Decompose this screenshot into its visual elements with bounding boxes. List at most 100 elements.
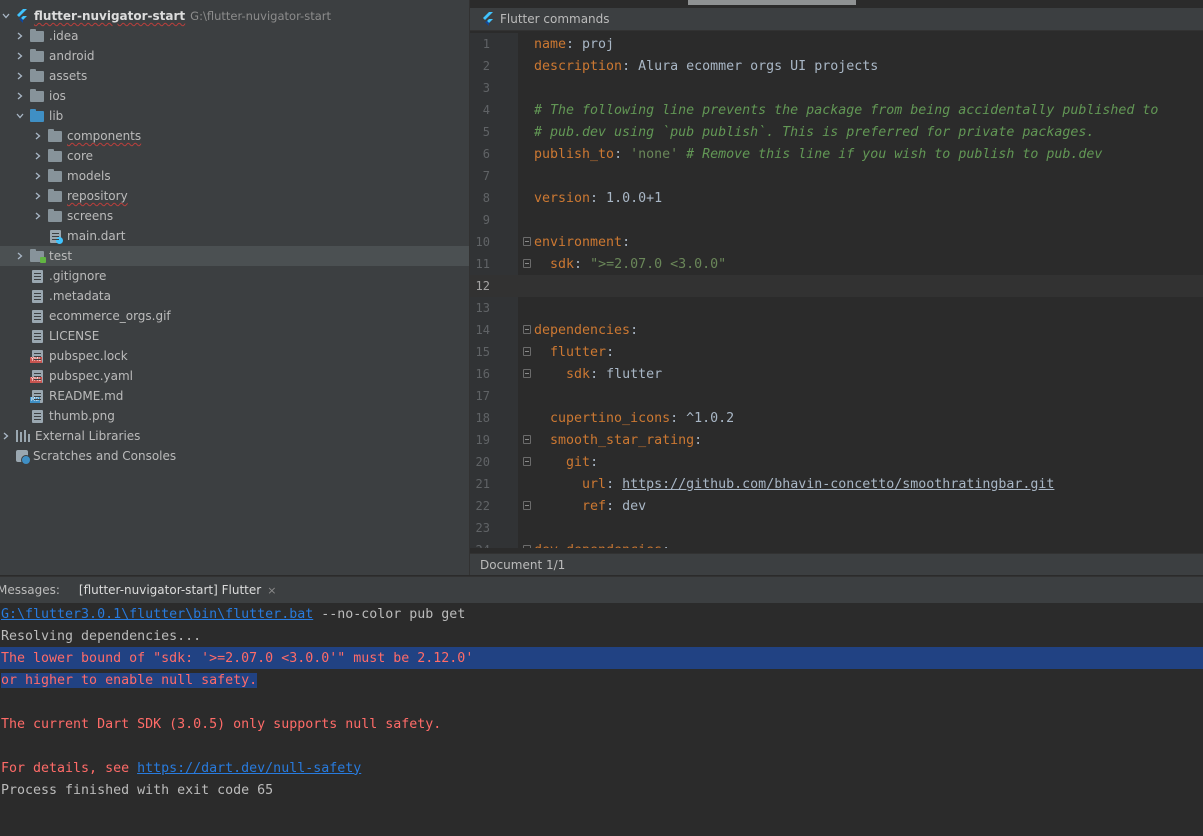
tree-item-gitignore[interactable]: .gitignore [0, 266, 469, 286]
fold-icon[interactable] [523, 325, 531, 334]
code-line[interactable]: 3 [470, 77, 1203, 99]
code-line[interactable]: 8 version: 1.0.0+1 [470, 187, 1203, 209]
code-line[interactable]: 2 description: Alura ecommer orgs UI proj… [470, 55, 1203, 77]
fold-icon[interactable] [523, 369, 531, 378]
chevron-right-icon[interactable] [32, 186, 44, 206]
tree-item-label: ecommerce_orgs.gif [49, 309, 171, 323]
tab-scroll-indicator[interactable] [688, 0, 856, 5]
code-line[interactable]: 18 cupertino_icons: ^1.0.2 [470, 407, 1203, 429]
chevron-right-icon[interactable] [14, 246, 26, 266]
fold-icon[interactable] [523, 237, 531, 246]
console-line[interactable]: For details, see https://dart.dev/null-s… [0, 757, 361, 779]
tree-item-project-root[interactable]: flutter-nuvigator-start G:\flutter-nuviga… [0, 6, 469, 26]
tree-item-label: pubspec.yaml [49, 369, 133, 383]
fold-icon[interactable] [523, 259, 531, 268]
error-text: The lower bound of "sdk: '>=2.07.0 <3.0.… [1, 650, 474, 666]
tree-item-pubspec-lock[interactable]: pubspec.lock [0, 346, 469, 366]
tree-item-test[interactable]: test [0, 246, 469, 266]
code-line[interactable]: 24 dev_dependencies: [470, 539, 1203, 548]
code-line[interactable]: 21 url: https://github.com/bhavin-concet… [470, 473, 1203, 495]
chevron-right-icon[interactable] [32, 146, 44, 166]
url-link[interactable]: https://github.com/bhavin-concetto/smoot… [622, 477, 1054, 492]
code-line[interactable]: 1 name: proj [470, 33, 1203, 55]
tree-item-license[interactable]: LICENSE [0, 326, 469, 346]
code-line[interactable]: 20 git: [470, 451, 1203, 473]
tree-item-idea[interactable]: .idea [0, 26, 469, 46]
console-tab-label: [flutter-nuvigator-start] Flutter [78, 583, 262, 597]
chevron-right-icon[interactable] [14, 66, 26, 86]
chevron-right-icon[interactable] [32, 206, 44, 226]
source-folder-icon [30, 109, 44, 122]
console-link[interactable]: https://dart.dev/null-safety [137, 761, 361, 776]
tree-item-screens[interactable]: screens [0, 206, 469, 226]
tree-item-models[interactable]: models [0, 166, 469, 186]
tree-item-ecommerce-orgs-gif[interactable]: ecommerce_orgs.gif [0, 306, 469, 326]
chevron-down-icon[interactable] [0, 6, 12, 26]
tree-item-metadata[interactable]: .metadata [0, 286, 469, 306]
code-line[interactable]: 6 publish_to: 'none' # Remove this line i… [470, 143, 1203, 165]
tree-item-core[interactable]: core [0, 146, 469, 166]
chevron-right-icon[interactable] [14, 46, 26, 66]
fold-icon[interactable] [523, 435, 531, 444]
console-line-text: Process finished with exit code 65 [1, 783, 273, 798]
console-line[interactable]: The current Dart SDK (3.0.5) only suppor… [0, 713, 441, 735]
tree-item-lib[interactable]: lib [0, 106, 469, 126]
chevron-right-icon[interactable] [0, 426, 12, 446]
console-line[interactable] [0, 691, 1, 713]
code-line[interactable]: 11 sdk: ">=2.07.0 <3.0.0" [470, 253, 1203, 275]
console-line[interactable]: Resolving dependencies... [0, 625, 201, 647]
console-output[interactable]: G:\flutter3.0.1\flutter\bin\flutter.bat … [0, 603, 1203, 836]
chevron-right-icon[interactable] [14, 26, 26, 46]
tree-item-android[interactable]: android [0, 46, 469, 66]
code-line[interactable]: 17 [470, 385, 1203, 407]
console-line[interactable]: or higher to enable null safety. [0, 669, 258, 691]
code-line[interactable]: 4 # The following line prevents the packa… [470, 99, 1203, 121]
code-line[interactable]: 14 dependencies: [470, 319, 1203, 341]
chevron-right-icon[interactable] [32, 166, 44, 186]
tree-item-readme-md[interactable]: README.md [0, 386, 469, 406]
fold-icon[interactable] [523, 347, 531, 356]
console-line[interactable]: G:\flutter3.0.1\flutter\bin\flutter.bat … [0, 603, 465, 625]
tree-item-main-dart[interactable]: main.dart [0, 226, 469, 246]
tree-item-thumb-png[interactable]: thumb.png [0, 406, 469, 426]
code-area[interactable]: 1 name: proj 2 description: Alura ecommer o… [470, 33, 1203, 548]
fold-icon[interactable] [523, 545, 531, 548]
tree-item-label: pubspec.lock [49, 349, 128, 363]
tree-item-scratches-and-consoles[interactable]: Scratches and Consoles [0, 446, 469, 466]
code-line[interactable]: 5 # pub.dev using `pub publish`. This is … [470, 121, 1203, 143]
code-line[interactable]: 22 ref: dev [470, 495, 1203, 517]
code-line[interactable]: 7 [470, 165, 1203, 187]
code-line[interactable]: 10 environment: [470, 231, 1203, 253]
console-line[interactable]: Process finished with exit code 65 [0, 779, 273, 801]
tree-item-repository[interactable]: repository [0, 186, 469, 206]
chevron-down-icon[interactable] [14, 106, 26, 126]
tree-item-label: .gitignore [49, 269, 107, 283]
code-line[interactable]: 19 smooth_star_rating: [470, 429, 1203, 451]
chevron-right-icon[interactable] [14, 86, 26, 106]
tree-item-pubspec-yaml[interactable]: pubspec.yaml [0, 366, 469, 386]
tree-item-external-libraries[interactable]: External Libraries [0, 426, 469, 446]
tree-item-ios[interactable]: ios [0, 86, 469, 106]
tab-flutter-console[interactable]: [flutter-nuvigator-start] Flutter × [78, 577, 277, 604]
tab-flutter-commands[interactable]: Flutter commands [470, 8, 1203, 31]
tree-item-assets[interactable]: assets [0, 66, 469, 86]
console-link[interactable]: G:\flutter3.0.1\flutter\bin\flutter.bat [1, 607, 313, 622]
console-line[interactable] [0, 735, 1, 757]
tree-item-label: .metadata [49, 289, 111, 303]
code-line[interactable]: 23 [470, 517, 1203, 539]
folder-icon [30, 49, 44, 62]
code-line[interactable]: 12 [470, 275, 1203, 297]
console-text: --no-color pub get [313, 606, 466, 622]
close-icon[interactable]: × [267, 584, 276, 597]
code-line[interactable]: 15 flutter: [470, 341, 1203, 363]
code-line[interactable]: 9 [470, 209, 1203, 231]
code-line[interactable]: 13 [470, 297, 1203, 319]
code-line[interactable]: 16 sdk: flutter [470, 363, 1203, 385]
tree-item-components[interactable]: components [0, 126, 469, 146]
test-folder-icon [30, 249, 46, 263]
chevron-right-icon[interactable] [32, 126, 44, 146]
fold-icon[interactable] [523, 501, 531, 510]
fold-icon[interactable] [523, 457, 531, 466]
console-line[interactable]: The lower bound of "sdk: '>=2.07.0 <3.0.… [0, 647, 1203, 669]
